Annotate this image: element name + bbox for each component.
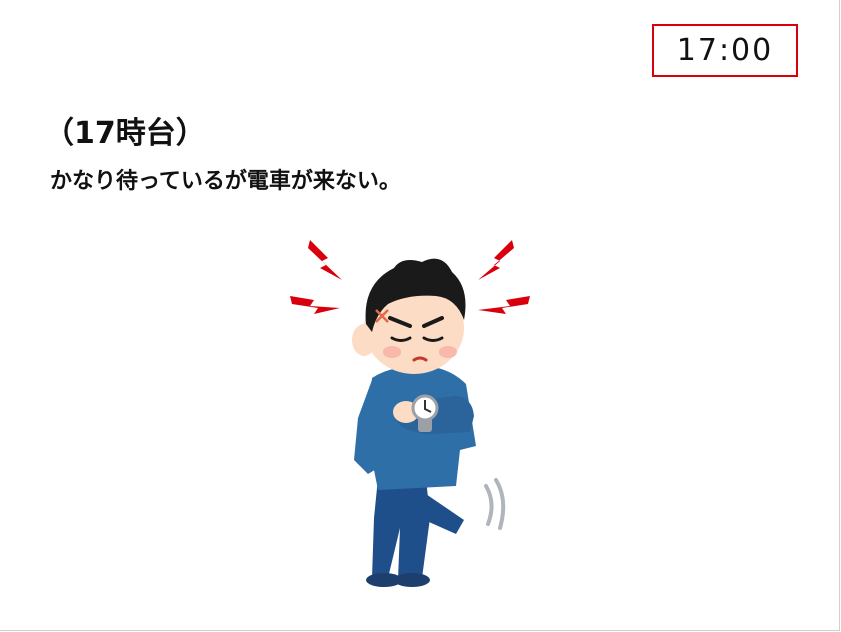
slide: 17:00 （17時台） かなり待っているが電車が来ない。 (0, 0, 840, 631)
time-label: 17:00 (676, 33, 774, 68)
time-indicator: 17:00 (652, 24, 798, 77)
shoes (366, 573, 430, 587)
legs (372, 478, 464, 580)
impatient-man-checking-watch-icon (290, 240, 530, 587)
head (352, 258, 466, 374)
slide-heading: （17時台） (44, 116, 206, 151)
slide-description: かなり待っているが電車が来ない。 (50, 169, 401, 194)
motion-lines-icon (484, 478, 506, 530)
